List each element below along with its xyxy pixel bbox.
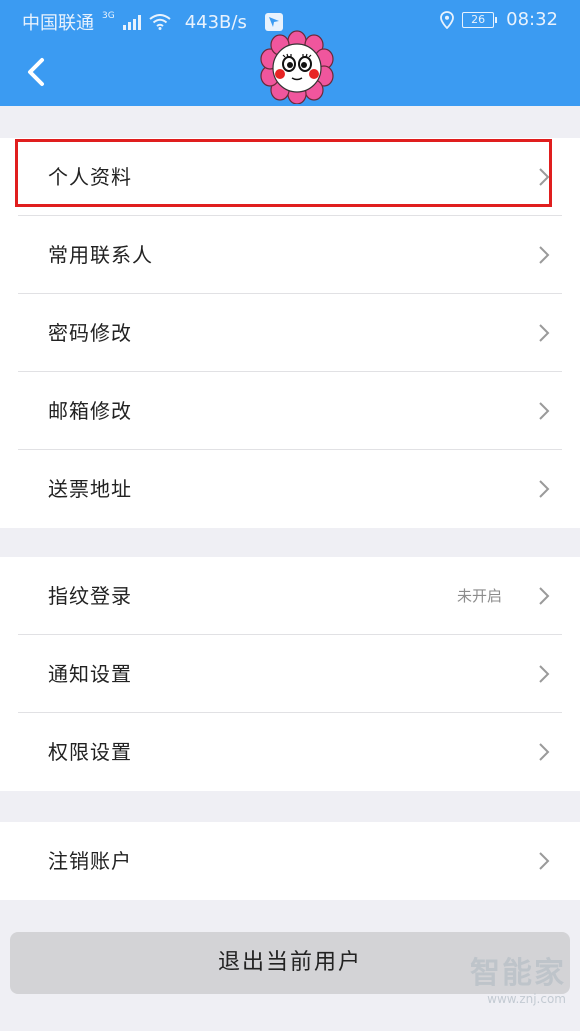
menu-item-label: 指纹登录: [48, 584, 132, 608]
chevron-right-icon: [539, 246, 550, 264]
chevron-right-icon: [539, 480, 550, 498]
menu-item-personal-info[interactable]: 个人资料: [18, 138, 562, 216]
location-icon: [440, 10, 455, 29]
account-settings-section: 个人资料 常用联系人 密码修改 邮箱修改 送票地址: [0, 138, 580, 528]
menu-item-permission-settings[interactable]: 权限设置: [18, 713, 562, 791]
account-deletion-section: 注销账户: [0, 822, 580, 900]
menu-item-fingerprint-login[interactable]: 指纹登录 未开启: [18, 557, 562, 635]
menu-item-change-password[interactable]: 密码修改: [18, 294, 562, 372]
chevron-right-icon: [539, 743, 550, 761]
menu-item-notification-settings[interactable]: 通知设置: [18, 635, 562, 713]
network-type: 3G: [102, 11, 115, 21]
menu-item-label: 密码修改: [48, 321, 132, 345]
security-settings-section: 指纹登录 未开启 通知设置 权限设置: [0, 557, 580, 791]
wifi-icon: [149, 14, 171, 30]
app-notification-icon: [264, 13, 283, 31]
chevron-right-icon: [539, 402, 550, 420]
avatar[interactable]: [252, 30, 342, 105]
menu-item-label: 常用联系人: [48, 243, 153, 267]
watermark: 智能家 www.znj.com: [470, 948, 566, 1006]
signal-icon: [122, 14, 141, 30]
watermark-text: 智能家: [470, 956, 566, 991]
chevron-right-icon: [539, 168, 550, 186]
menu-item-label: 通知设置: [48, 662, 132, 686]
menu-item-label: 邮箱修改: [48, 399, 132, 423]
network-speed: 443B/s: [184, 11, 247, 33]
battery-icon: 26: [462, 11, 498, 28]
menu-item-contacts[interactable]: 常用联系人: [18, 216, 562, 294]
clock: 08:32: [506, 9, 558, 30]
menu-item-label: 送票地址: [48, 477, 132, 501]
back-button[interactable]: [20, 52, 56, 92]
menu-item-delete-account[interactable]: 注销账户: [18, 822, 562, 900]
menu-item-label: 注销账户: [48, 849, 132, 873]
chevron-right-icon: [539, 852, 550, 870]
chevron-right-icon: [539, 587, 550, 605]
watermark-url: www.znj.com: [487, 992, 566, 1006]
fingerprint-status: 未开启: [456, 587, 502, 605]
flower-face-avatar-icon: [260, 30, 334, 105]
chevron-right-icon: [539, 665, 550, 683]
menu-item-ticket-address[interactable]: 送票地址: [18, 450, 562, 528]
chevron-right-icon: [539, 324, 550, 342]
menu-item-label: 权限设置: [48, 740, 132, 764]
app-header: 中国联通 3G 443B/s 26 08:32: [0, 0, 580, 106]
menu-item-label: 个人资料: [48, 165, 132, 189]
chevron-left-icon: [28, 58, 44, 86]
menu-item-change-email[interactable]: 邮箱修改: [18, 372, 562, 450]
carrier-label: 中国联通: [22, 13, 94, 34]
